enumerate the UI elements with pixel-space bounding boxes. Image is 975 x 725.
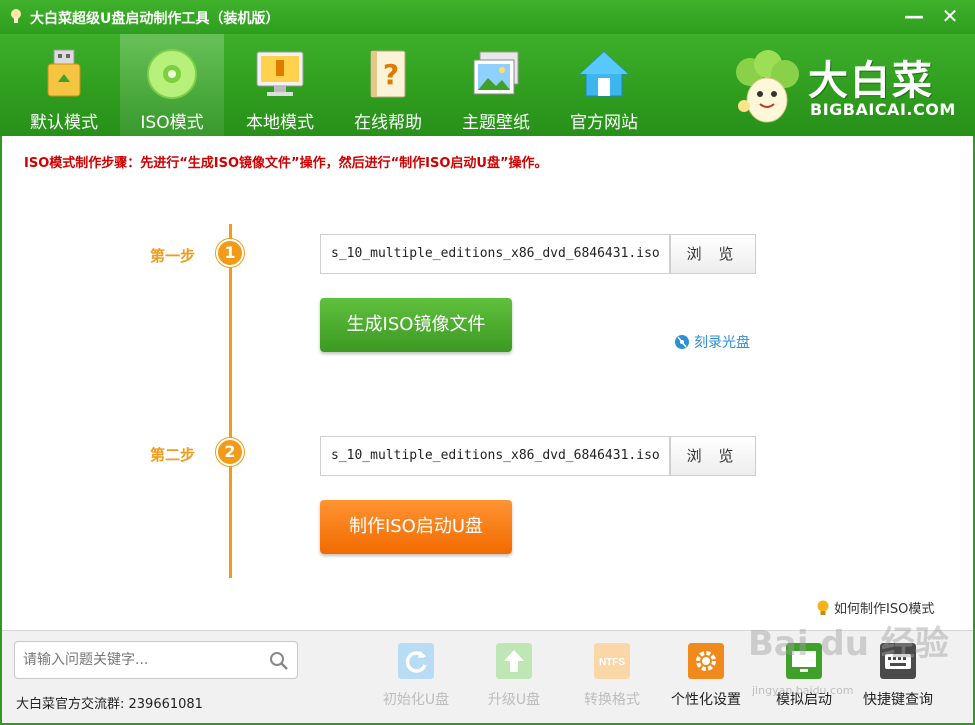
- usb-drive-icon: [47, 49, 81, 97]
- tool-label: 转换格式: [584, 692, 640, 708]
- ntfs-icon: NTFS: [594, 643, 630, 679]
- search-icon[interactable]: [269, 651, 289, 671]
- wallpaper-icon: [473, 51, 519, 95]
- step2-iso-path-field[interactable]: s_10_multiple_editions_x86_dvd_6846431.i…: [320, 436, 670, 476]
- init-usb-tool: 初始化U盘: [376, 643, 456, 721]
- tab-default-mode[interactable]: 默认模式: [12, 34, 116, 136]
- simulate-boot-icon: [786, 643, 822, 679]
- burn-disc-link[interactable]: 刻录光盘: [674, 332, 750, 352]
- tab-local-mode[interactable]: 本地模式: [228, 34, 332, 136]
- howto-iso-link[interactable]: 如何制作ISO模式: [816, 598, 934, 617]
- refresh-icon: [398, 643, 434, 679]
- step1-number-badge: 1: [216, 239, 244, 267]
- convert-format-tool: NTFS 转换格式: [572, 643, 652, 721]
- minimize-button[interactable]: —: [898, 2, 930, 30]
- tool-label: 快捷键查询: [863, 692, 933, 708]
- tab-official-site[interactable]: 官方网站: [552, 34, 656, 136]
- tab-iso-mode[interactable]: ISO模式: [120, 34, 224, 136]
- burn-disc-label: 刻录光盘: [694, 335, 750, 351]
- upgrade-icon: [496, 643, 532, 679]
- tool-label: 升级U盘: [487, 692, 541, 708]
- step1-browse-button[interactable]: 浏 览: [670, 234, 756, 274]
- tab-online-help[interactable]: ? 在线帮助: [336, 34, 440, 136]
- burn-disc-icon: [675, 335, 689, 349]
- tab-label: 在线帮助: [354, 113, 422, 133]
- step1-iso-path-field[interactable]: s_10_multiple_editions_x86_dvd_6846431.i…: [320, 234, 670, 274]
- step2-label: 第二步: [150, 446, 196, 464]
- svg-text:?: ?: [383, 58, 399, 91]
- tab-label: 主题壁纸: [462, 113, 530, 133]
- step2-number-badge: 2: [216, 438, 244, 466]
- tab-theme-wallpaper[interactable]: 主题壁纸: [444, 34, 548, 136]
- main-toolbar: 默认模式 ISO模式 本地模式 ? 在线帮助 主题壁纸 官方网站 大白菜 BIG…: [0, 34, 975, 136]
- tool-label: 初始化U盘: [382, 692, 450, 708]
- step-timeline: [229, 224, 232, 578]
- search-input[interactable]: [23, 650, 263, 670]
- tool-label: 个性化设置: [671, 692, 741, 708]
- simulate-boot-button[interactable]: 模拟启动: [764, 643, 844, 721]
- brand-name: 大白菜: [808, 58, 934, 104]
- svg-text:NTFS: NTFS: [599, 657, 625, 668]
- help-book-icon: ?: [370, 50, 406, 98]
- window-title: 大白菜超级U盘启动制作工具（装机版）: [30, 11, 280, 27]
- qq-group-text: 大白菜官方交流群: 239661081: [16, 697, 203, 712]
- step2-browse-button[interactable]: 浏 览: [670, 436, 756, 476]
- bottom-panel: 大白菜官方交流群: 239661081 初始化U盘 升级U盘 NTFS 转换格式…: [2, 630, 973, 723]
- tab-label: ISO模式: [140, 113, 204, 133]
- tab-label: 官方网站: [570, 113, 638, 133]
- monitor-icon: [256, 51, 304, 96]
- tab-label: 默认模式: [30, 113, 98, 133]
- personalize-settings-button[interactable]: 个性化设置: [666, 643, 746, 721]
- disc-icon: [147, 49, 197, 99]
- iso-mode-panel: ISO模式制作步骤：先进行“生成ISO镜像文件”操作，然后进行“制作ISO启动U…: [2, 136, 973, 630]
- settings-icon: [688, 643, 724, 679]
- step1-label: 第一步: [150, 247, 196, 265]
- brand-url: BIGBAICAI.COM: [810, 100, 956, 119]
- lightbulb-icon: [817, 600, 829, 615]
- generate-iso-button[interactable]: 生成ISO镜像文件: [320, 298, 512, 352]
- make-iso-usb-button[interactable]: 制作ISO启动U盘: [320, 500, 512, 554]
- hotkey-lookup-button[interactable]: 快捷键查询: [858, 643, 938, 721]
- tab-label: 本地模式: [246, 113, 314, 133]
- close-button[interactable]: ✕: [934, 2, 966, 30]
- keyboard-icon: [880, 643, 916, 679]
- home-icon: [578, 51, 630, 97]
- brand-logo: 大白菜 BIGBAICAI.COM: [730, 46, 960, 126]
- howto-iso-label: 如何制作ISO模式: [834, 602, 935, 617]
- title-bar: 大白菜超级U盘启动制作工具（装机版） — ✕: [0, 0, 975, 34]
- instructions-text: ISO模式制作步骤：先进行“生成ISO镜像文件”操作，然后进行“制作ISO启动U…: [24, 156, 548, 171]
- cabbage-mascot-icon: [736, 50, 799, 123]
- upgrade-usb-tool: 升级U盘: [474, 643, 554, 721]
- app-cabbage-icon: [11, 9, 21, 23]
- tool-label: 模拟启动: [776, 692, 832, 708]
- search-box: [14, 641, 298, 679]
